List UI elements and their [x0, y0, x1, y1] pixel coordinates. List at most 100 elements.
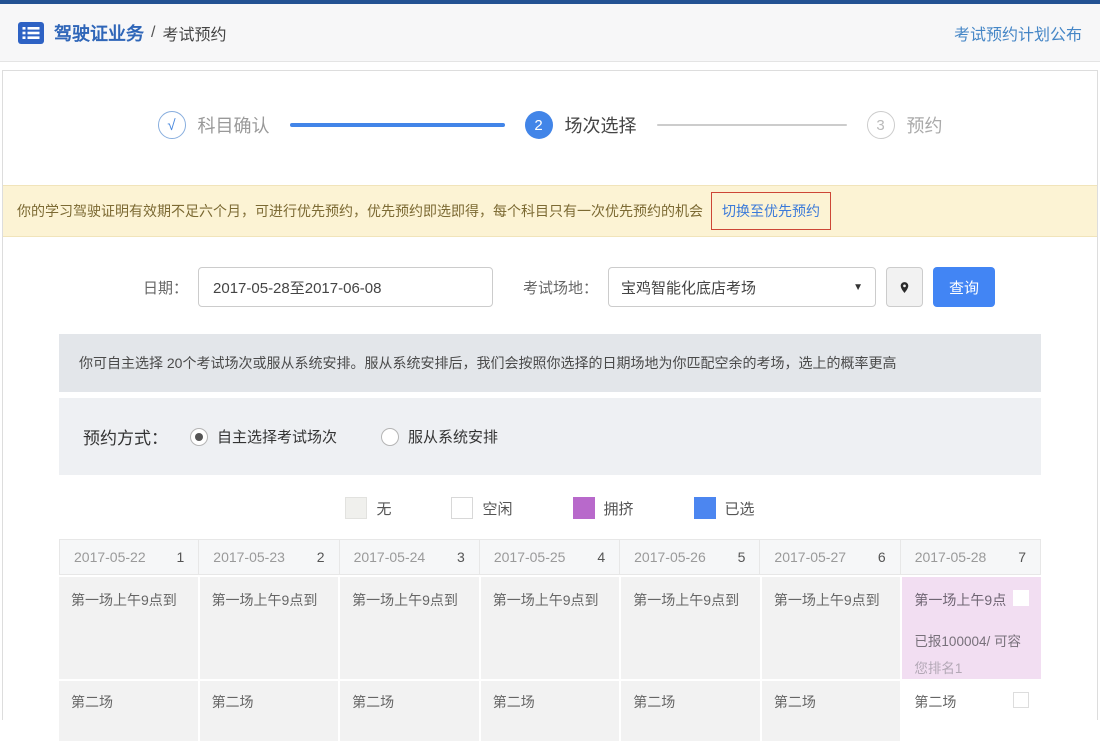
header-date: 2017-05-28 — [914, 549, 987, 565]
swatch-selected — [693, 497, 716, 519]
breadcrumb-separator: / — [151, 23, 156, 41]
schedule-header-row: 2017-05-22 1 2017-05-23 2 2017-05-24 3 2… — [59, 539, 1041, 575]
step-2-number: 2 — [524, 111, 553, 139]
search-button[interactable]: 查询 — [933, 267, 996, 307]
radio-label-system-assign: 服从系统安排 — [408, 429, 499, 446]
status-legend: 无 空闲 拥挤 已选 — [3, 475, 1097, 539]
schedule-body: 第一场上午9点到 第一场上午9点到 第一场上午9点到 第一场上午9点到 第一场上… — [59, 575, 1041, 741]
session-checkbox[interactable] — [1012, 590, 1029, 606]
session-cell[interactable]: 第二场 — [761, 681, 901, 741]
header-date: 2017-05-22 — [74, 549, 146, 565]
column-header: 2017-05-22 1 — [59, 539, 200, 575]
session-cell[interactable]: 第一场上午9点到 — [761, 577, 901, 679]
user-rank: 您排名1 — [914, 661, 963, 676]
step-3-label: 预约 — [906, 116, 943, 136]
session-cell[interactable]: 第二场 — [199, 681, 339, 741]
session-cell[interactable]: 第二场 — [340, 681, 479, 741]
step-1-label: 科目确认 — [197, 116, 270, 136]
list-icon — [18, 21, 44, 44]
locate-venue-button[interactable] — [886, 267, 924, 307]
session-cell[interactable]: 第一场上午9点到 — [59, 577, 198, 679]
session-cell-available[interactable]: 第二场 — [902, 681, 1041, 741]
swatch-free — [451, 497, 474, 519]
column-header: 2017-05-23 2 — [199, 539, 340, 575]
legend-label-none: 无 — [376, 500, 392, 518]
step-session-select: 2 场次选择 — [524, 111, 637, 139]
column-header: 2017-05-25 4 — [479, 539, 621, 575]
radio-option-self-select[interactable]: 自主选择考试场次 — [190, 426, 337, 447]
legend-label-free: 空闲 — [482, 500, 513, 518]
session-label: 第一场上午9点 — [914, 592, 1007, 608]
session-cell[interactable]: 第二场 — [480, 681, 620, 741]
priority-notice-text: 你的学习驾驶证明有效期不足六个月，可进行优先预约，优先预约即选即得，每个科目只有… — [17, 203, 703, 219]
main-panel: √ 科目确认 2 场次选择 3 预约 你的学习驾驶证明有效期不足六个月，可进行优… — [2, 70, 1098, 741]
session-cell[interactable]: 第一场上午9点到 — [480, 577, 620, 679]
date-label: 日期： — [143, 279, 189, 297]
legend-item-none: 无 — [345, 497, 391, 519]
venue-label: 考试场地： — [523, 279, 599, 297]
header-day-num: 2 — [316, 549, 325, 565]
priority-notice-bar: 你的学习驾驶证明有效期不足六个月，可进行优先预约，优先预约即选即得，每个科目只有… — [3, 185, 1097, 237]
radio-unchecked-icon[interactable] — [381, 427, 400, 446]
step-2-label: 场次选择 — [564, 116, 637, 136]
session-checkbox[interactable] — [1012, 692, 1029, 708]
session-cell[interactable]: 第一场上午9点到 — [340, 577, 479, 679]
column-header: 2017-05-26 5 — [620, 539, 761, 575]
header-day-num: 5 — [737, 549, 746, 565]
breadcrumb: 驾驶证业务 / 考试预约 — [18, 20, 226, 46]
column-header: 2017-05-28 7 — [900, 539, 1041, 575]
step-1-check-icon: √ — [157, 111, 186, 139]
legend-item-selected: 已选 — [693, 497, 755, 519]
date-range-input[interactable] — [198, 267, 494, 307]
header-date: 2017-05-24 — [353, 549, 426, 565]
session-label: 第二场 — [914, 694, 957, 710]
session-cell[interactable]: 第一场上午9点到 — [199, 577, 339, 679]
column-header: 2017-05-24 3 — [339, 539, 480, 575]
venue-select[interactable]: 宝鸡智能化底店考场 ▼ — [608, 267, 877, 307]
step-subject-confirm: √ 科目确认 — [157, 111, 270, 139]
map-pin-icon — [898, 279, 911, 296]
header-day-num: 7 — [1018, 549, 1026, 565]
swatch-crowded — [572, 497, 595, 519]
legend-label-selected: 已选 — [724, 500, 755, 518]
legend-item-free: 空闲 — [451, 497, 513, 519]
venue-selected-value: 宝鸡智能化底店考场 — [621, 279, 757, 297]
step-3-number: 3 — [866, 111, 895, 139]
step-wizard: √ 科目确认 2 场次选择 3 预约 — [3, 71, 1097, 167]
session-cell-crowded-selected[interactable]: 第一场上午9点 已报100004/ 可容 您排名1 — [902, 577, 1041, 679]
column-header: 2017-05-27 6 — [760, 539, 901, 575]
header-date: 2017-05-26 — [634, 549, 706, 565]
session-cell[interactable]: 第二场 — [621, 681, 760, 741]
header-day-num: 3 — [457, 549, 465, 565]
tips-bar: 你可自主选择 20个考试场次或服从系统安排。服从系统安排后，我们会按照你选择的日… — [59, 334, 1041, 392]
header-day-num: 1 — [176, 549, 185, 565]
header-day-num: 4 — [597, 549, 606, 565]
breadcrumb-page: 考试预约 — [162, 26, 227, 44]
step-connector-done — [289, 123, 505, 127]
schedule-table: 2017-05-22 1 2017-05-23 2 2017-05-24 3 2… — [59, 539, 1041, 741]
radio-option-system-assign[interactable]: 服从系统安排 — [381, 426, 498, 447]
legend-item-crowded: 拥挤 — [572, 497, 634, 519]
header-date: 2017-05-25 — [493, 549, 566, 565]
enrolled-count: 已报100004/ 可容 — [914, 634, 1021, 649]
priority-link-annotation-box: 切换至优先预约 — [711, 192, 831, 230]
chevron-down-icon: ▼ — [853, 281, 864, 293]
radio-checked-icon[interactable] — [190, 427, 208, 446]
session-cell[interactable]: 第一场上午9点到 — [621, 577, 760, 679]
header-date: 2017-05-27 — [774, 549, 847, 565]
swatch-none — [345, 497, 368, 519]
filter-bar: 日期： 考试场地： 宝鸡智能化底店考场 ▼ 查询 — [143, 267, 1097, 307]
booking-mode-label: 预约方式： — [83, 429, 168, 448]
step-connector-pending — [656, 124, 847, 126]
header-date: 2017-05-23 — [213, 549, 285, 565]
header-day-num: 6 — [877, 549, 886, 565]
app-header: 驾驶证业务 / 考试预约 考试预约计划公布 — [0, 4, 1100, 62]
session-cell[interactable]: 第二场 — [59, 681, 198, 741]
step-appointment: 3 预约 — [866, 111, 943, 139]
legend-label-crowded: 拥挤 — [603, 500, 634, 518]
breadcrumb-section[interactable]: 驾驶证业务 — [54, 20, 144, 46]
switch-priority-link[interactable]: 切换至优先预约 — [722, 203, 820, 219]
booking-mode-row: 预约方式： 自主选择考试场次 服从系统安排 — [59, 398, 1041, 475]
exam-plan-link[interactable]: 考试预约计划公布 — [954, 21, 1082, 45]
radio-label-self-select: 自主选择考试场次 — [217, 429, 338, 446]
